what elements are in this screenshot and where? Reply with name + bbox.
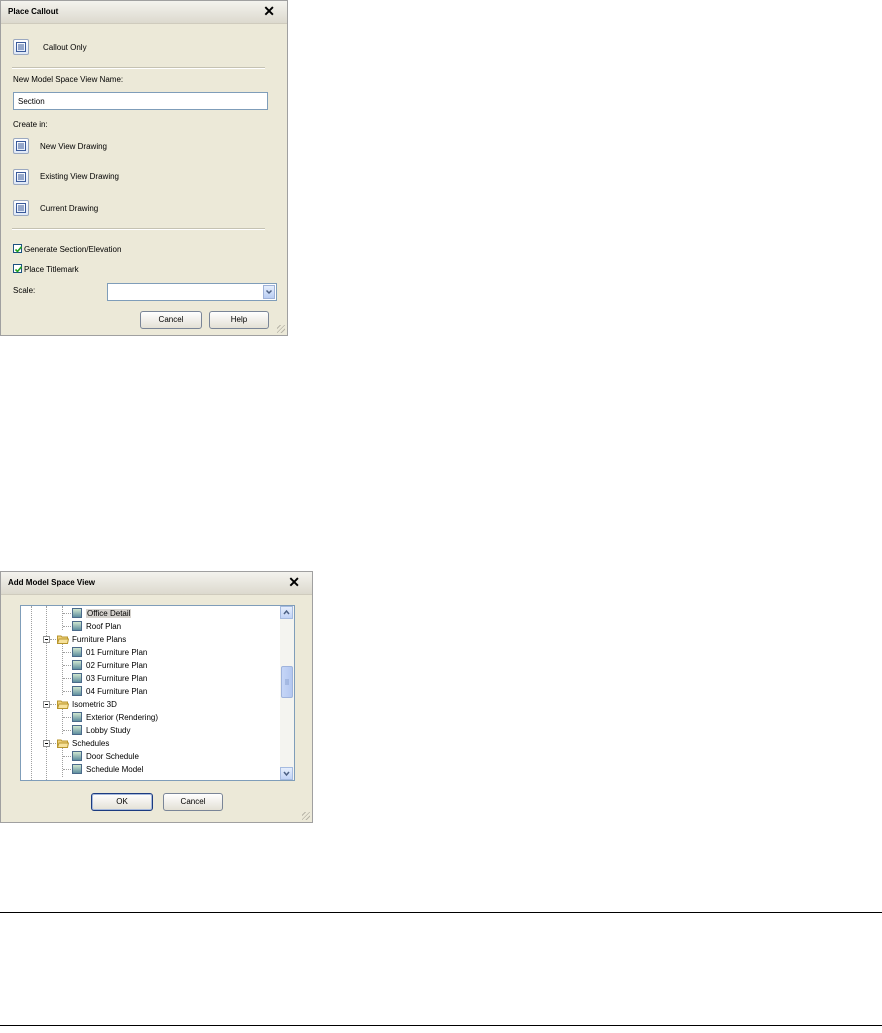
place-titlemark-label[interactable]: Place Titlemark [24, 265, 79, 274]
tree-item[interactable]: 01 Furniture Plan [21, 646, 279, 659]
add-view-titlebar[interactable]: Add Model Space View ✕ [1, 572, 312, 595]
view-icon [72, 751, 82, 761]
scroll-down-button[interactable] [280, 767, 293, 780]
resize-grip[interactable] [302, 812, 310, 820]
dialog-title: Place Callout [8, 7, 59, 16]
cancel-button[interactable]: Cancel [140, 311, 202, 329]
tree-item[interactable]: Furniture Plans [21, 633, 279, 646]
generate-section-checkbox[interactable] [13, 244, 23, 253]
tree-item[interactable]: Schedule Model [21, 763, 279, 776]
tree-item-label: 04 Furniture Plan [86, 687, 148, 696]
tree-item[interactable]: Lobby Study [21, 724, 279, 737]
collapse-icon[interactable] [43, 636, 50, 643]
tree-item[interactable]: Isometric 3D [21, 698, 279, 711]
view-icon [72, 686, 82, 696]
view-icon [72, 647, 82, 657]
existing-view-drawing-button[interactable]: Existing View Drawing [40, 172, 119, 181]
new-view-drawing-icon[interactable] [13, 138, 29, 154]
cancel-button[interactable]: Cancel [163, 793, 223, 811]
tree-item-label: Isometric 3D [72, 700, 117, 709]
tree-item-label: Roof Plan [86, 622, 122, 631]
generate-section-label[interactable]: Generate Section/Elevation [24, 245, 121, 254]
tree-item[interactable]: Schedules [21, 737, 279, 750]
collapse-icon[interactable] [43, 701, 50, 708]
tree-item-label: Office Detail [86, 609, 132, 618]
help-button[interactable]: Help [209, 311, 269, 329]
new-view-drawing-button[interactable]: New View Drawing [40, 142, 107, 151]
place-titlemark-checkbox[interactable] [13, 264, 23, 273]
tree-item-label: Schedule Model [86, 765, 144, 774]
place-callout-dialog: Place Callout ✕ Callout Only New Model S… [0, 0, 288, 336]
close-icon[interactable]: ✕ [263, 4, 275, 18]
place-callout-titlebar[interactable]: Place Callout ✕ [1, 1, 287, 24]
existing-view-drawing-icon[interactable] [13, 169, 29, 185]
view-icon [72, 725, 82, 735]
tree-item[interactable]: 04 Furniture Plan [21, 685, 279, 698]
close-icon[interactable]: ✕ [288, 575, 300, 589]
collapse-icon[interactable] [43, 740, 50, 747]
view-icon [72, 673, 82, 683]
current-drawing-icon[interactable] [13, 200, 29, 216]
view-icon [72, 660, 82, 670]
view-icon [72, 621, 82, 631]
tree-item-label: Lobby Study [86, 726, 131, 735]
scroll-up-button[interactable] [280, 606, 293, 619]
view-icon [72, 608, 82, 618]
tree-item-label: Schedules [72, 739, 110, 748]
scale-select[interactable] [107, 283, 277, 301]
tree-item[interactable]: Office Detail [21, 607, 279, 620]
current-drawing-button[interactable]: Current Drawing [40, 204, 98, 213]
scale-label: Scale: [13, 286, 36, 295]
tree-item-label: Door Schedule [86, 752, 139, 761]
chevron-down-icon[interactable] [263, 285, 275, 299]
tree-item-label: Furniture Plans [72, 635, 127, 644]
folder-icon [57, 739, 69, 748]
folder-icon [57, 635, 69, 644]
add-model-space-view-dialog: Add Model Space View ✕ Office Detail Roof… [0, 571, 313, 823]
dialog-title: Add Model Space View [8, 578, 95, 587]
tree-item[interactable]: Exterior (Rendering) [21, 711, 279, 724]
page-rule [0, 912, 882, 913]
separator [12, 228, 265, 230]
resize-grip[interactable] [277, 325, 285, 333]
view-icon [72, 764, 82, 774]
view-name-input[interactable]: Section [13, 92, 268, 110]
view-name-label: New Model Space View Name: [13, 75, 124, 84]
scroll-thumb[interactable] [281, 666, 293, 698]
folder-icon [57, 700, 69, 709]
tree-item-label: Exterior (Rendering) [86, 713, 159, 722]
tree-item[interactable]: 03 Furniture Plan [21, 672, 279, 685]
create-in-label: Create in: [13, 120, 48, 129]
tree-item-label: 03 Furniture Plan [86, 674, 148, 683]
tree-item-label: 01 Furniture Plan [86, 648, 148, 657]
page-rule [0, 1025, 882, 1026]
ok-button[interactable]: OK [91, 793, 153, 811]
tree-item[interactable]: 02 Furniture Plan [21, 659, 279, 672]
tree-item-label: 02 Furniture Plan [86, 661, 148, 670]
view-name-value: Section [18, 97, 45, 106]
separator [12, 67, 265, 69]
view-tree[interactable]: Office Detail Roof Plan Furniture Plans 01 … [20, 605, 295, 781]
callout-only-icon[interactable] [13, 39, 29, 55]
callout-only-button[interactable]: Callout Only [43, 43, 87, 52]
tree-scrollbar[interactable] [280, 606, 294, 780]
view-icon [72, 712, 82, 722]
tree-item[interactable]: Door Schedule [21, 750, 279, 763]
tree-item[interactable]: Roof Plan [21, 620, 279, 633]
